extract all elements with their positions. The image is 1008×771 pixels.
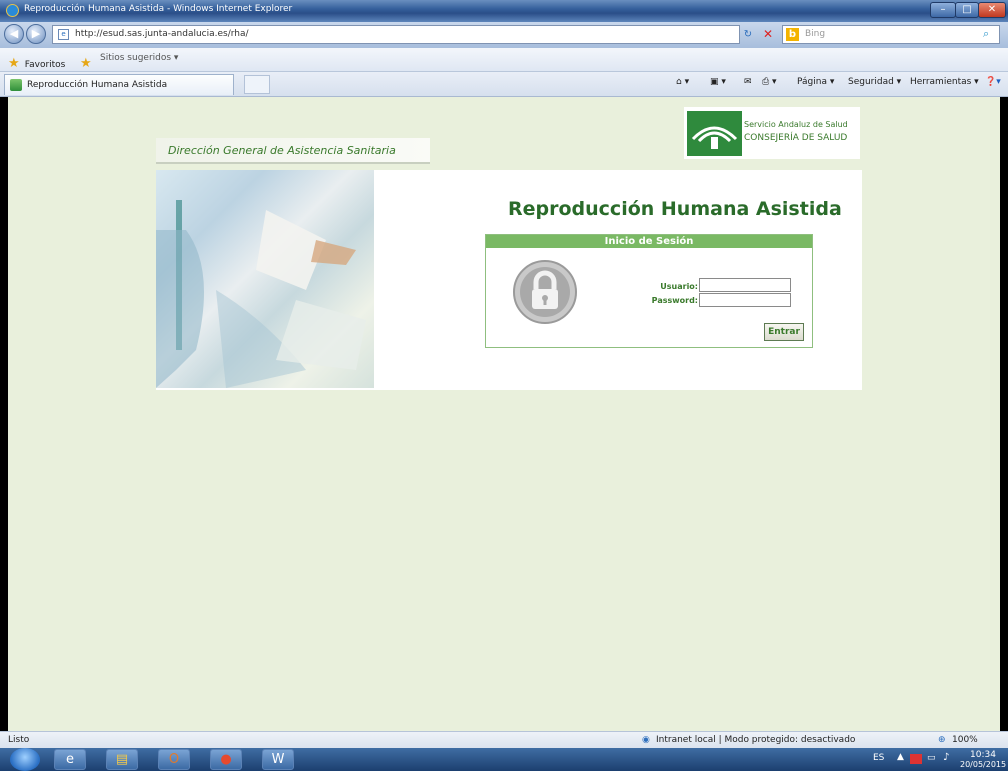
- login-box: Inicio de Sesión Usuario: Password: Entr…: [485, 234, 813, 348]
- action-center-icon[interactable]: [910, 754, 922, 764]
- security-menu[interactable]: Seguridad ▾: [848, 77, 901, 87]
- password-input[interactable]: [699, 293, 791, 307]
- tab-row: Reproducción Humana Asistida ⌂ ▾ ▣ ▾ ✉ ⎙…: [0, 72, 1008, 97]
- header-band: Dirección General de Asistencia Sanitari…: [156, 138, 430, 164]
- help-icon[interactable]: ❓▾: [985, 77, 1001, 87]
- taskbar-chrome-icon[interactable]: ●: [210, 749, 242, 770]
- favorites-label: Favoritos: [24, 60, 66, 70]
- add-favorites-button[interactable]: ★: [80, 52, 92, 71]
- tab-favicon: [10, 79, 22, 91]
- sas-logo: Servicio Andaluz de Salud CONSEJERÍA DE …: [684, 107, 860, 159]
- window-title-bar: Reproducción Humana Asistida - Windows I…: [0, 0, 1008, 22]
- status-text: Listo: [8, 735, 30, 745]
- window-title: Reproducción Humana Asistida - Windows I…: [24, 4, 293, 14]
- page-menu[interactable]: Página ▾: [797, 77, 834, 87]
- username-input[interactable]: [699, 278, 791, 292]
- ie-icon: [6, 4, 19, 17]
- minimize-button[interactable]: –: [930, 2, 956, 18]
- favorites-star-icon: ★: [8, 56, 20, 71]
- taskbar-outlook-icon[interactable]: O: [158, 749, 190, 770]
- tools-menu[interactable]: Herramientas ▾: [910, 77, 979, 87]
- maximize-button[interactable]: □: [955, 2, 979, 18]
- add-favorite-icon: ★: [80, 56, 92, 71]
- hero-image: [156, 170, 374, 388]
- clock-time[interactable]: 10:34: [970, 750, 996, 760]
- page-icon: e: [58, 29, 69, 40]
- app-title: Reproducción Humana Asistida: [508, 198, 842, 220]
- taskbar-word-icon[interactable]: W: [262, 749, 294, 770]
- favorites-bar: ★ Favoritos ★ Sitios sugeridos ▾: [0, 48, 1008, 72]
- tray-expand-icon[interactable]: ▲: [897, 752, 904, 762]
- search-placeholder: Bing: [805, 29, 826, 39]
- taskbar-ie-icon[interactable]: e: [54, 749, 86, 770]
- navigation-bar: ◀ ▶ e http://esud.sas.junta-andalucia.es…: [0, 22, 1008, 48]
- zoom-icon: ⊕: [938, 735, 946, 745]
- logo-text-consejeria: CONSEJERÍA DE SALUD: [744, 133, 848, 143]
- favorites-button[interactable]: ★ Favoritos: [8, 52, 65, 71]
- back-arrow-icon[interactable]: ◀: [4, 24, 24, 44]
- close-button[interactable]: ✕: [978, 2, 1006, 18]
- status-bar: Listo ◉ Intranet local | Modo protegido:…: [0, 731, 1008, 748]
- password-label: Password:: [651, 296, 698, 305]
- volume-icon[interactable]: ♪: [943, 752, 949, 763]
- suggested-sites-link[interactable]: Sitios sugeridos ▾: [100, 53, 178, 63]
- tab-active[interactable]: Reproducción Humana Asistida: [4, 74, 234, 95]
- refresh-icon[interactable]: ↻: [738, 26, 758, 43]
- login-header: Inicio de Sesión: [486, 235, 812, 248]
- username-label: Usuario:: [660, 282, 698, 291]
- address-bar[interactable]: e http://esud.sas.junta-andalucia.es/rha…: [52, 25, 740, 44]
- clock-date[interactable]: 20/05/2015: [960, 760, 1006, 769]
- page-content: Dirección General de Asistencia Sanitari…: [8, 97, 1000, 731]
- login-button[interactable]: Entrar: [764, 323, 804, 341]
- junta-andalucia-logo-icon: [687, 111, 742, 156]
- logo-text-sas: Servicio Andaluz de Salud: [744, 120, 848, 129]
- search-icon[interactable]: ⌕: [983, 27, 989, 41]
- print-icon[interactable]: ⎙ ▾: [762, 77, 777, 87]
- search-input[interactable]: b Bing ⌕: [782, 25, 1000, 44]
- taskbar-explorer-icon[interactable]: ▤: [106, 749, 138, 770]
- security-zone[interactable]: Intranet local | Modo protegido: desacti…: [656, 735, 855, 745]
- taskbar: e ▤ O ● W ES ▲ ▭ ♪ 10:34 20/05/2015: [0, 748, 1008, 771]
- language-indicator[interactable]: ES: [873, 753, 884, 763]
- bing-icon: b: [786, 28, 799, 41]
- globe-icon: ◉: [642, 735, 650, 745]
- content-panel: Reproducción Humana Asistida Inicio de S…: [156, 170, 862, 390]
- network-icon[interactable]: ▭: [927, 753, 936, 763]
- stop-icon[interactable]: ✕: [760, 26, 776, 43]
- forward-arrow-icon[interactable]: ▶: [26, 24, 46, 44]
- home-icon[interactable]: ⌂ ▾: [676, 77, 689, 87]
- lock-icon: [512, 259, 578, 329]
- header-title: Dirección General de Asistencia Sanitari…: [168, 144, 396, 157]
- new-tab-button[interactable]: [244, 75, 270, 94]
- mail-icon[interactable]: ✉: [744, 77, 752, 87]
- tab-title: Reproducción Humana Asistida: [27, 80, 168, 90]
- zoom-level[interactable]: 100%: [952, 735, 978, 745]
- start-orb-icon[interactable]: [10, 748, 40, 771]
- feeds-icon[interactable]: ▣ ▾: [710, 77, 726, 87]
- address-url[interactable]: http://esud.sas.junta-andalucia.es/rha/: [75, 29, 249, 39]
